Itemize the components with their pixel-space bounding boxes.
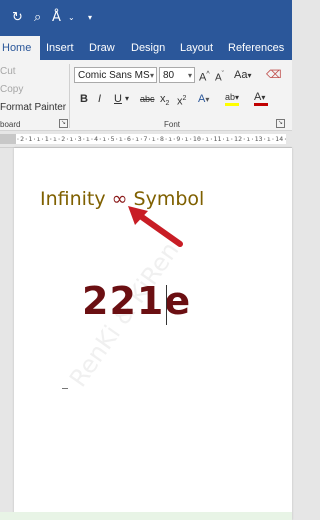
heading-text-before: Infinity (40, 188, 112, 210)
chevron-down-icon[interactable]: ▾ (125, 91, 129, 107)
group-divider (69, 64, 70, 128)
document-page[interactable]: RenKi & KiRen Infinity ∞ Symbol 221e (14, 148, 292, 520)
shrink-font-button[interactable]: Aˇ (215, 67, 224, 86)
text-cursor (166, 285, 167, 325)
tab-home[interactable]: Home (0, 36, 40, 60)
font-launcher-icon[interactable]: ↘ (276, 119, 285, 128)
red-arrow-icon (128, 206, 183, 247)
ruler-margin (0, 134, 16, 144)
paragraph-mark (62, 388, 68, 389)
search-icon[interactable]: ⌕ (34, 9, 41, 27)
tab-insert[interactable]: Insert (46, 36, 74, 60)
chevron-down-icon: ▾ (149, 71, 154, 80)
customize-toolbar-icon[interactable]: ▾ (88, 9, 92, 27)
font-group-label: Font (164, 120, 181, 129)
italic-button[interactable]: I (98, 91, 101, 107)
title-bar: ↻ ⌕ Å ⌄ ▾ (0, 0, 292, 36)
font-color-bar (254, 103, 268, 106)
ruler-scale: ·2·1·ı·1·ı·2·ı·3·ı·4·ı·5·ı·6·ı·7·ı·8·ı·9… (16, 134, 286, 144)
highlight-color-bar (225, 103, 239, 106)
clipboard-launcher-icon[interactable]: ↘ (59, 119, 68, 128)
tab-design[interactable]: Design (131, 36, 165, 60)
accessibility-icon[interactable]: Å (52, 9, 61, 27)
font-size-value: 80 (163, 70, 175, 81)
font-family-select[interactable]: Comic Sans MS ▾ (74, 67, 157, 83)
horizontal-ruler: ·2·1·ı·1·ı·2·ı·3·ı·4·ı·5·ı·6·ı·7·ı·8·ı·9… (0, 131, 292, 148)
font-color-button[interactable]: A▾ (254, 89, 268, 106)
ribbon: Cut Copy Format Painter board ↘ Comic Sa… (0, 60, 292, 131)
change-case-button[interactable]: Aa▾ (234, 67, 251, 84)
redo-icon[interactable]: ↻ (12, 9, 23, 27)
tab-references[interactable]: References (228, 36, 284, 60)
ribbon-tabs: Home Insert Draw Design Layout Reference… (0, 36, 292, 60)
bold-button[interactable]: B (80, 91, 88, 107)
underline-button[interactable]: U (114, 91, 122, 107)
clear-formatting-icon[interactable]: ⌫ (266, 67, 282, 83)
font-size-select[interactable]: 80 ▾ (159, 67, 195, 83)
grow-font-button[interactable]: A^ (199, 67, 210, 86)
clipboard-group-label: board (0, 120, 21, 129)
format-painter-button[interactable]: Format Painter (0, 102, 66, 113)
tab-layout[interactable]: Layout (180, 36, 213, 60)
tab-draw[interactable]: Draw (89, 36, 115, 60)
chevron-down-icon: ▾ (187, 71, 192, 80)
strikethrough-button[interactable]: abc (140, 91, 155, 107)
text-effects-button[interactable]: A▾ (198, 91, 209, 108)
chevron-down-icon[interactable]: ⌄ (68, 9, 75, 27)
highlight-color-button[interactable]: ab▾ (225, 89, 239, 106)
unicode-code-text: 221e (82, 279, 192, 323)
copy-button[interactable]: Copy (0, 84, 23, 95)
cut-button[interactable]: Cut (0, 66, 16, 77)
font-family-value: Comic Sans MS (78, 70, 150, 81)
status-strip (0, 512, 292, 520)
superscript-button[interactable]: x2 (177, 91, 186, 110)
subscript-button[interactable]: x2 (160, 91, 169, 112)
